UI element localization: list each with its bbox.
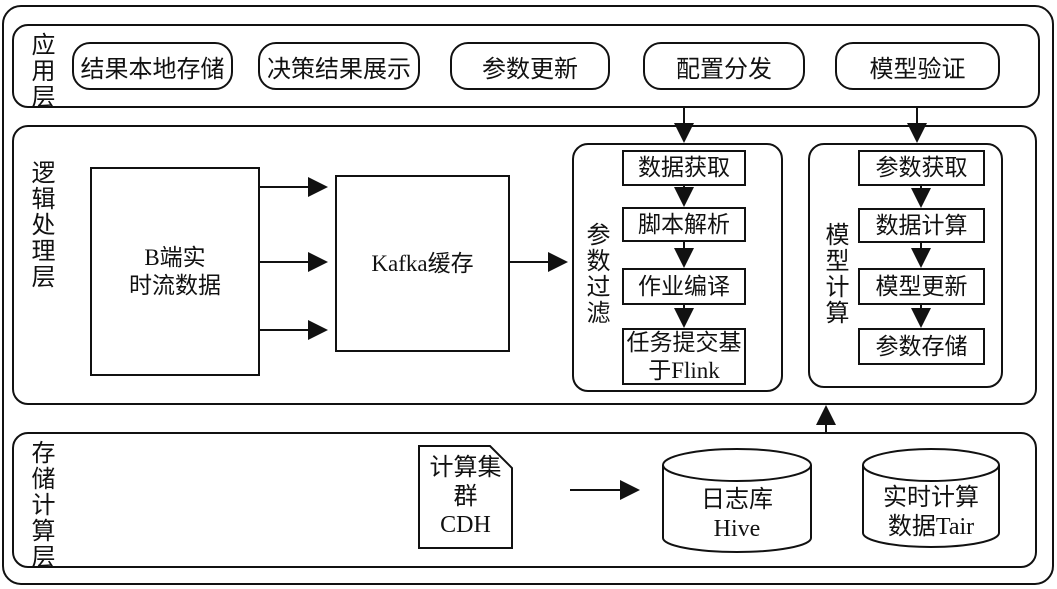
app-item-param-update: 参数更新 <box>450 42 610 90</box>
hive-text: 日志库 Hive <box>701 487 773 542</box>
source-stream-box: B端实 时流数据 <box>90 167 260 376</box>
model-step: 数据计算 <box>858 208 985 243</box>
logic-layer-label: 逻辑处理层 <box>27 160 53 290</box>
app-item-decision-display: 决策结果展示 <box>258 42 420 90</box>
model-step: 参数存储 <box>858 328 985 365</box>
filter-step: 任务提交基 于Flink <box>622 328 746 385</box>
model-step: 参数获取 <box>858 150 985 186</box>
tair-text: 实时计算 数据Tair <box>883 485 979 540</box>
filter-step: 作业编译 <box>622 268 746 305</box>
app-item-local-storage: 结果本地存储 <box>72 42 233 90</box>
model-compute-label: 模型计算 <box>821 222 847 326</box>
param-filter-label: 参数过滤 <box>582 222 608 326</box>
filter-step: 脚本解析 <box>622 207 746 242</box>
kafka-box: Kafka缓存 <box>335 175 510 352</box>
model-step: 模型更新 <box>858 268 985 305</box>
app-item-model-verify: 模型验证 <box>835 42 1000 90</box>
filter-step: 数据获取 <box>622 150 746 186</box>
architecture-diagram: 应用层 结果本地存储 决策结果展示 参数更新 配置分发 模型验证 逻辑处理层 B… <box>0 0 1057 589</box>
app-item-config-dispatch: 配置分发 <box>643 42 805 90</box>
application-layer-label: 应用层 <box>27 32 53 110</box>
storage-layer-label: 存储计算层 <box>27 440 53 570</box>
cdh-cluster-text: 计算集群 CDH <box>429 454 502 539</box>
